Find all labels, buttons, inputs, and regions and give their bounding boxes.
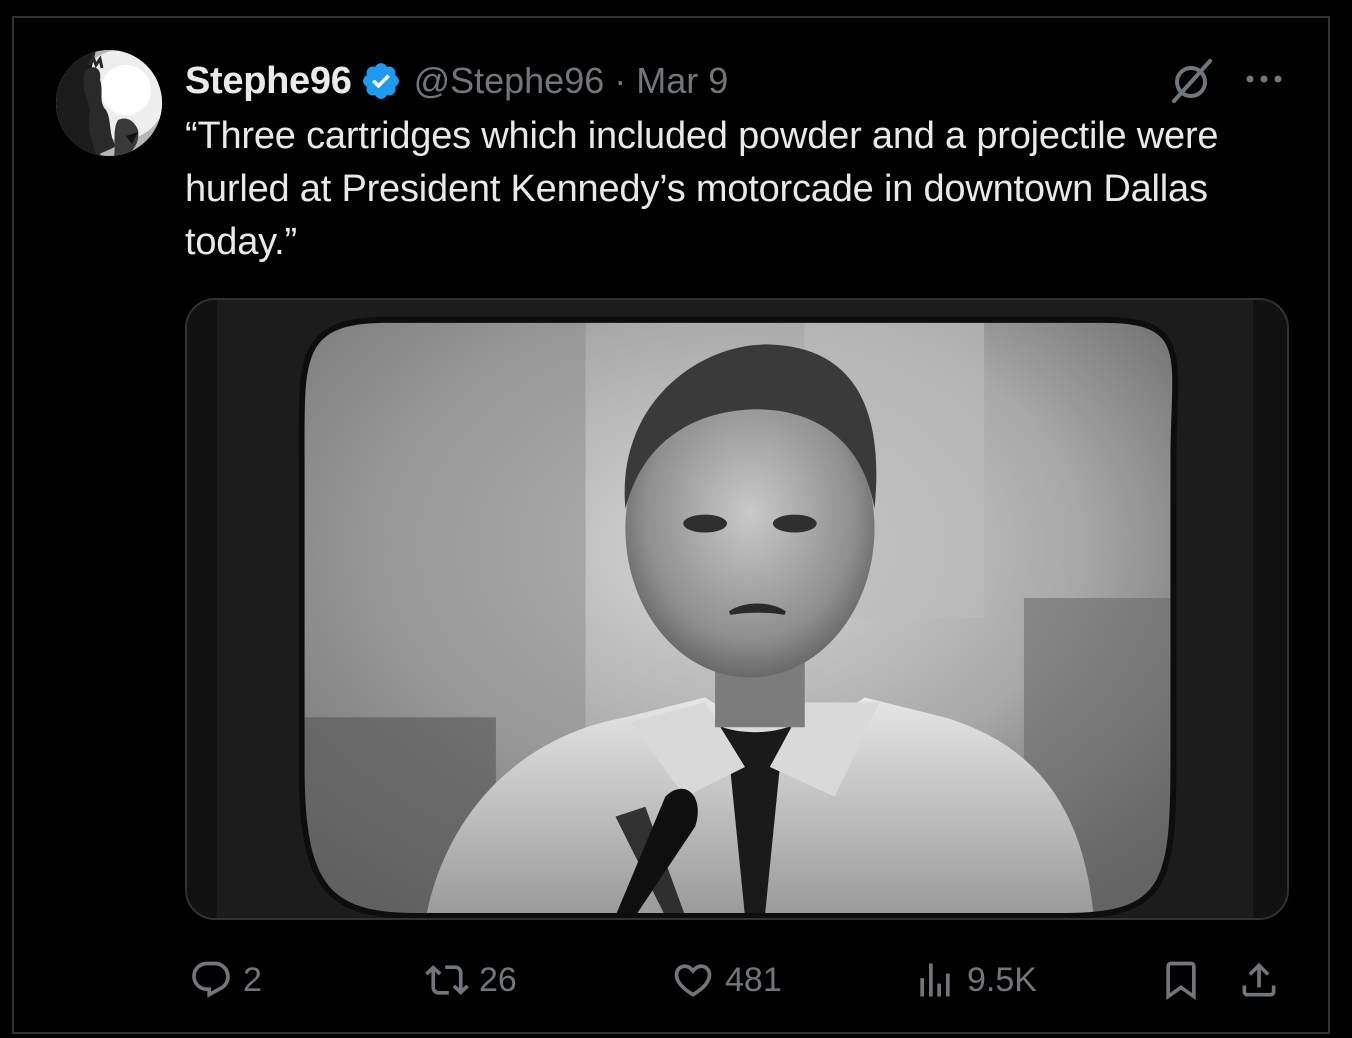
- display-name[interactable]: Stephe96: [185, 60, 352, 103]
- share-icon: [1242, 962, 1276, 997]
- views-icon: [920, 963, 950, 997]
- avatar-image: [56, 50, 162, 156]
- tweet-text: “Three cartridges which included powder …: [185, 115, 1219, 263]
- heart-icon: [674, 964, 712, 997]
- repost-count: 26: [479, 960, 517, 999]
- views-count: 9.5K: [967, 960, 1037, 999]
- bookmark-icon: [1166, 961, 1196, 1001]
- grok-icon[interactable]: [1166, 56, 1216, 106]
- bookmark-button[interactable]: [1159, 952, 1203, 1008]
- separator-dot: ·: [614, 60, 627, 101]
- like-count: 481: [725, 960, 782, 999]
- reply-count: 2: [243, 960, 262, 999]
- tweet-header: Stephe96 @Stephe96 · Mar 9: [185, 56, 728, 106]
- tv-screen-photo: [187, 300, 1287, 918]
- author-handle[interactable]: @Stephe96: [414, 60, 605, 102]
- more-icon[interactable]: [1242, 64, 1286, 94]
- views-button[interactable]: 9.5K: [913, 952, 1037, 1008]
- tweet-image[interactable]: [185, 298, 1289, 920]
- tweet-actions: 2 26 481 9.5K: [185, 952, 1295, 1008]
- verified-badge-icon[interactable]: [360, 60, 402, 102]
- tweet-card[interactable]: Stephe96 @Stephe96 · Mar 9 “Three cartri…: [12, 16, 1330, 1034]
- tweet-date[interactable]: Mar 9: [636, 60, 728, 102]
- repost-button[interactable]: 26: [425, 952, 517, 1008]
- reply-icon: [192, 961, 230, 998]
- share-button[interactable]: [1237, 952, 1281, 1008]
- reply-button[interactable]: 2: [189, 952, 262, 1008]
- like-button[interactable]: 481: [671, 952, 782, 1008]
- repost-icon: [425, 965, 469, 995]
- avatar[interactable]: [56, 50, 162, 156]
